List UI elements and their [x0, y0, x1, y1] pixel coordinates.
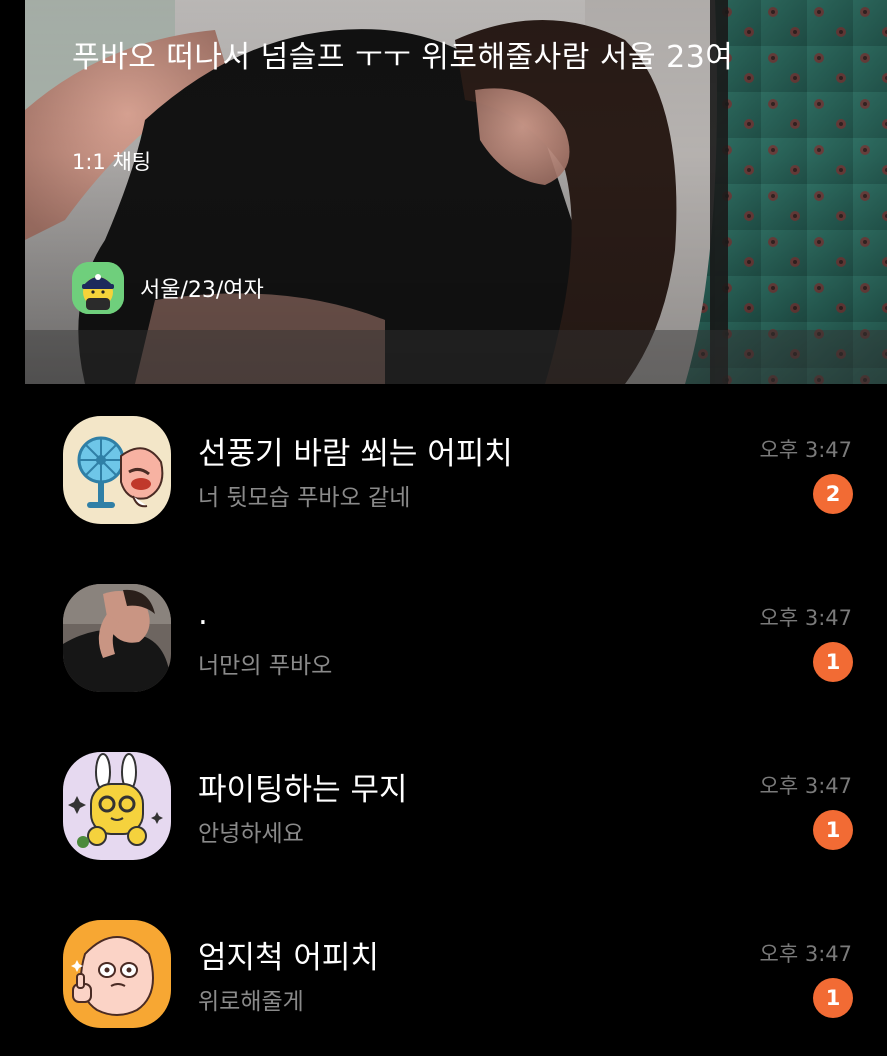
- muzi-fighting-icon: [63, 752, 171, 860]
- chat-list-item[interactable]: 파이팅하는 무지 안녕하세요 오후 3:47 1: [0, 720, 887, 888]
- chat-name: 선풍기 바람 쐬는 어피치: [198, 436, 513, 472]
- unread-badge: 1: [813, 642, 853, 682]
- chatroom-type-label: 1:1 채팅: [72, 150, 152, 174]
- chat-time: 오후 3:47: [759, 774, 852, 798]
- photo-avatar-icon: [63, 584, 171, 692]
- unread-badge: 1: [813, 810, 853, 850]
- chat-preview: 위로해줄게: [198, 989, 304, 1015]
- apeach-fan-icon: [63, 416, 171, 524]
- chat-name: .: [198, 596, 208, 632]
- chat-preview: 안녕하세요: [198, 821, 304, 847]
- chat-name: 파이팅하는 무지: [198, 772, 408, 808]
- chat-time: 오후 3:47: [759, 438, 852, 462]
- chat-time: 오후 3:47: [759, 606, 852, 630]
- chat-list-item[interactable]: 엄지척 어피치 위로해줄게 오후 3:47 1: [0, 888, 887, 1056]
- host-avatar-icon: [72, 262, 124, 314]
- chatroom-banner[interactable]: 푸바오 떠나서 넘슬프 ㅜㅜ 위로해줄사람 서울 23여 1:1 채팅 서울/2…: [25, 0, 887, 384]
- chat-list-item[interactable]: 선풍기 바람 쐬는 어피치 너 뒷모습 푸바오 같네 오후 3:47 2: [0, 384, 887, 552]
- unread-badge: 1: [813, 978, 853, 1018]
- chat-name: 엄지척 어피치: [198, 940, 379, 976]
- host-profile-name: 서울/23/여자: [140, 278, 264, 303]
- host-profile[interactable]: 서울/23/여자: [72, 262, 264, 314]
- chat-preview: 너 뒷모습 푸바오 같네: [198, 485, 411, 511]
- apeach-thumbsup-icon: [63, 920, 171, 1028]
- chatroom-title: 푸바오 떠나서 넘슬프 ㅜㅜ 위로해줄사람 서울 23여: [72, 40, 734, 75]
- chat-preview: 너만의 푸바오: [198, 653, 333, 679]
- unread-badge: 2: [813, 474, 853, 514]
- chat-time: 오후 3:47: [759, 942, 852, 966]
- chat-list-item[interactable]: . 너만의 푸바오 오후 3:47 1: [0, 552, 887, 720]
